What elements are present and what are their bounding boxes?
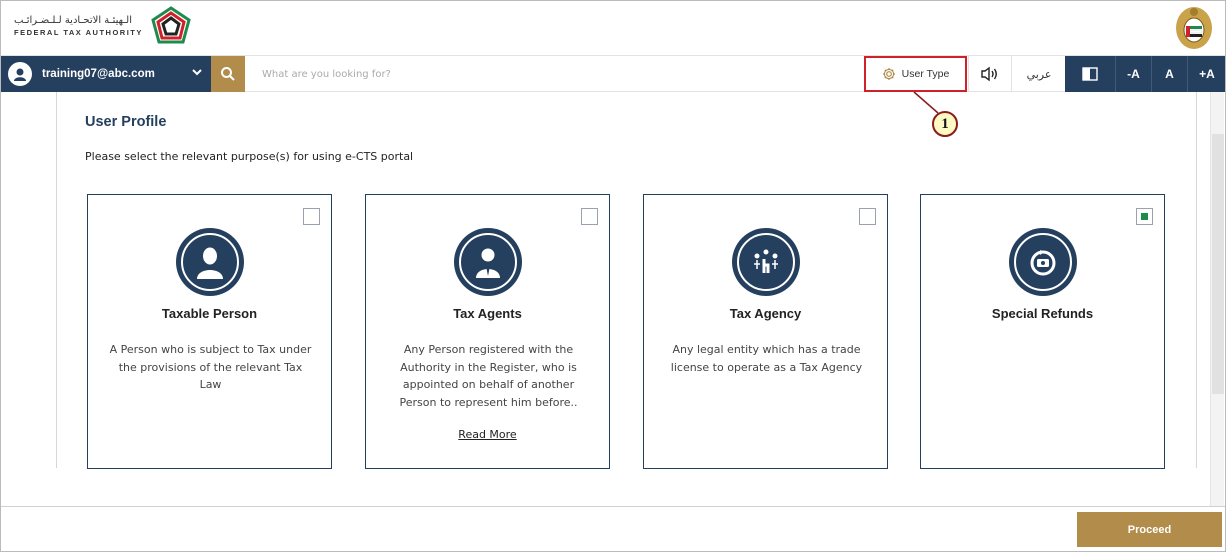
user-account-dropdown[interactable]: training07@abc.com xyxy=(0,56,211,92)
tax-agency-checkbox[interactable] xyxy=(859,208,876,225)
card-tax-agency[interactable]: Tax Agency Any legal entity which has a … xyxy=(643,194,888,469)
card-special-refunds[interactable]: Special Refunds xyxy=(920,194,1165,469)
agency-network-icon xyxy=(731,228,800,296)
card-description: Any Person registered with the Authority… xyxy=(399,343,578,409)
special-refunds-checkbox[interactable] xyxy=(1136,208,1153,225)
contrast-toggle-button[interactable] xyxy=(1065,56,1116,92)
card-taxable-person[interactable]: Taxable Person A Person who is subject t… xyxy=(87,194,332,469)
font-increase-button[interactable]: +A xyxy=(1188,56,1226,92)
card-title: Taxable Person xyxy=(161,306,258,321)
fta-logo-mark-icon xyxy=(151,6,191,44)
card-description: Any legal entity which has a trade licen… xyxy=(670,343,863,374)
user-avatar-icon xyxy=(8,62,32,86)
logo-arabic-text: الـهيئـة الاتحـادية لـلـضـرائـب xyxy=(14,15,132,26)
agent-icon xyxy=(453,228,522,296)
taxable-person-checkbox[interactable] xyxy=(303,208,320,225)
tax-agents-checkbox[interactable] xyxy=(581,208,598,225)
contrast-icon xyxy=(1082,67,1098,81)
chevron-down-icon xyxy=(192,69,202,76)
language-toggle-arabic[interactable]: عربي xyxy=(1013,56,1065,92)
page-title: User Profile xyxy=(85,114,167,130)
content-right-border xyxy=(1196,92,1197,468)
vertical-scrollbar[interactable] xyxy=(1210,92,1224,506)
read-more-link[interactable]: Read More xyxy=(366,428,609,441)
page-footer: Proceed xyxy=(0,506,1226,552)
card-title: Special Refunds xyxy=(991,306,1094,321)
card-tax-agents[interactable]: Tax Agents Any Person registered with th… xyxy=(365,194,610,469)
user-email: training07@abc.com xyxy=(42,68,155,80)
search-input[interactable] xyxy=(250,56,850,92)
user-type-label: User Type xyxy=(901,68,950,80)
site-header: الـهيئـة الاتحـادية لـلـضـرائـب FEDERAL … xyxy=(0,0,1226,56)
uae-emblem-icon xyxy=(1176,7,1212,49)
card-title: Tax Agency xyxy=(729,306,802,321)
scrollbar-thumb[interactable] xyxy=(1212,134,1224,394)
card-title: Tax Agents xyxy=(453,306,522,321)
logo-english-text: FEDERAL TAX AUTHORITY xyxy=(14,28,143,37)
font-normal-button[interactable]: A xyxy=(1152,56,1188,92)
proceed-button[interactable]: Proceed xyxy=(1077,512,1222,547)
top-navbar: training07@abc.com عربي -A A +A xyxy=(0,56,1226,92)
text-to-speech-button[interactable] xyxy=(968,56,1012,92)
fta-logo[interactable]: الـهيئـة الاتحـادية لـلـضـرائـب FEDERAL … xyxy=(14,6,193,46)
content-left-border xyxy=(56,92,57,468)
speaker-icon xyxy=(981,66,997,82)
user-type-button[interactable]: User Type xyxy=(864,56,967,92)
person-icon xyxy=(175,228,244,296)
search-button[interactable] xyxy=(211,56,245,92)
search-icon xyxy=(221,67,235,81)
page-subtitle: Please select the relevant purpose(s) fo… xyxy=(85,150,414,163)
gear-icon xyxy=(882,68,895,80)
refund-icon xyxy=(1008,228,1077,296)
font-decrease-button[interactable]: -A xyxy=(1116,56,1152,92)
callout-number-badge: 1 xyxy=(932,111,958,137)
card-description: A Person who is subject to Tax under the… xyxy=(109,343,312,391)
